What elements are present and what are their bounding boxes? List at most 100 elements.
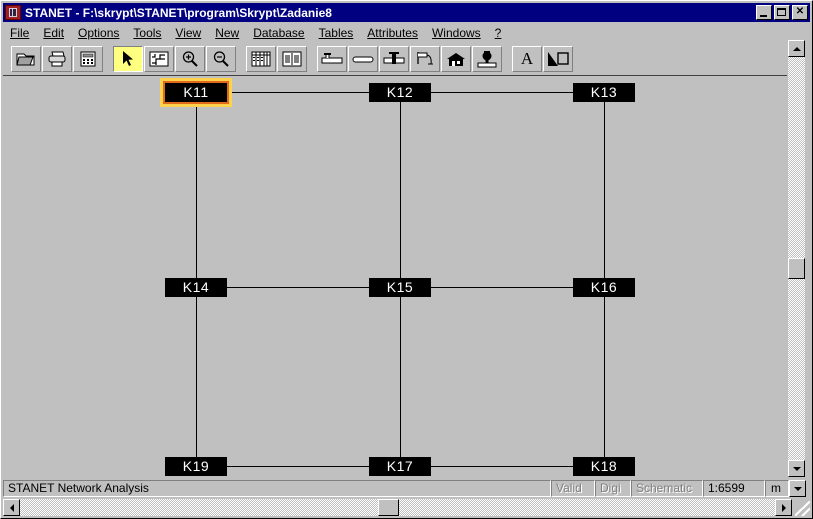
network-drawing-canvas[interactable]: K11 K12 K13 K14 K15 K16 K19 K17 K18 (3, 75, 787, 476)
toolbar: A (3, 42, 810, 75)
open-folder-button[interactable] (11, 45, 41, 72)
menu-tables[interactable]: Tables (312, 25, 361, 41)
status-unit[interactable]: m (765, 480, 789, 497)
window-title: STANET - F:\skrypt\STANET\program\Skrypt… (25, 5, 332, 20)
status-valid: Valid (551, 480, 595, 497)
stanet-app-icon (5, 5, 21, 20)
hydrant-icon (415, 50, 435, 68)
node-k14[interactable]: K14 (165, 278, 227, 297)
valve-icon (383, 51, 405, 67)
pipe-k11-k14[interactable] (196, 102, 197, 278)
select-tool-button[interactable] (113, 45, 143, 72)
pipe-k17-k18[interactable] (431, 466, 573, 467)
toolbar-group-annotate: A (512, 45, 574, 72)
table-grid-button[interactable] (246, 45, 276, 72)
titlebar: STANET - F:\skrypt\STANET\program\Skrypt… (3, 3, 810, 22)
pipe-k14-k19[interactable] (196, 297, 197, 457)
menu-database[interactable]: Database (246, 25, 311, 41)
menu-help-label: ? (494, 26, 502, 40)
report-book-icon (282, 51, 302, 67)
pump-button[interactable] (472, 45, 502, 72)
text-tool-icon: A (520, 49, 534, 68)
unit-dropdown-button[interactable] (789, 480, 806, 497)
pipe-node-icon (321, 51, 343, 67)
menu-help[interactable]: ? (488, 25, 509, 41)
calculator-button[interactable] (73, 45, 103, 72)
node-k13[interactable]: K13 (573, 83, 635, 102)
node-k17[interactable]: K17 (369, 457, 431, 476)
menu-attributes-label: Attributes (367, 26, 418, 40)
pipe-k14-k15[interactable] (227, 287, 369, 288)
menu-edit[interactable]: Edit (36, 25, 71, 41)
vertical-scrollbar[interactable] (788, 40, 805, 477)
toolbar-group-navigate (113, 45, 237, 72)
scroll-right-button[interactable] (775, 499, 792, 516)
menu-new-label: New (215, 26, 240, 40)
table-grid-icon (251, 51, 271, 67)
pipe-k15-k16[interactable] (431, 287, 573, 288)
select-arrow-icon (121, 50, 135, 68)
node-k11[interactable]: K11 (160, 78, 232, 107)
print-button[interactable] (42, 45, 72, 72)
node-k19[interactable]: K19 (165, 457, 227, 476)
zoom-in-button[interactable] (175, 45, 205, 72)
scroll-down-button[interactable] (788, 460, 805, 477)
menu-windows-label: Windows (431, 26, 481, 40)
zoom-in-icon (181, 50, 199, 68)
report-book-button[interactable] (277, 45, 307, 72)
menu-new[interactable]: New (208, 25, 246, 41)
open-folder-icon (16, 51, 36, 67)
scroll-left-button[interactable] (3, 499, 20, 516)
pipe-k15-k17[interactable] (400, 297, 401, 457)
horizontal-scroll-thumb[interactable] (378, 499, 399, 516)
hydrant-button[interactable] (410, 45, 440, 72)
zoom-out-icon (212, 50, 230, 68)
status-bar: STANET Network Analysis Valid Digi Schem… (3, 479, 810, 498)
menu-edit-label: Edit (43, 26, 65, 40)
menu-options[interactable]: Options (71, 25, 126, 41)
zoom-out-button[interactable] (206, 45, 236, 72)
horizontal-scrollbar[interactable] (3, 499, 792, 516)
pipe-k13-k16[interactable] (604, 102, 605, 278)
house-connection-button[interactable] (441, 45, 471, 72)
status-scale: 1:6599 (703, 480, 765, 497)
menu-tools[interactable]: Tools (126, 25, 168, 41)
node-k18[interactable]: K18 (573, 457, 635, 476)
pipe-k11-k12[interactable] (227, 92, 369, 93)
menu-view[interactable]: View (168, 25, 208, 41)
toolbar-group-data (246, 45, 308, 72)
shape-tool-button[interactable] (543, 45, 573, 72)
chevron-down-icon (793, 486, 802, 491)
pipe-node-button[interactable] (317, 45, 347, 72)
window-controls: ✕ (756, 5, 808, 20)
scroll-up-button[interactable] (788, 40, 805, 57)
pipe-k12-k15[interactable] (400, 102, 401, 278)
menu-file-label: File (10, 26, 30, 40)
calculator-icon (80, 51, 96, 67)
menu-view-label: View (175, 26, 202, 40)
menu-file[interactable]: File (3, 25, 36, 41)
node-k16[interactable]: K16 (573, 278, 635, 297)
pipe-segment-button[interactable] (348, 45, 378, 72)
valve-button[interactable] (379, 45, 409, 72)
chevron-down-icon (792, 466, 801, 471)
window-resize-grip[interactable] (795, 501, 810, 516)
printer-icon (47, 51, 67, 67)
pipe-k12-k13[interactable] (431, 92, 573, 93)
node-k15[interactable]: K15 (369, 278, 431, 297)
menu-database-label: Database (253, 26, 305, 40)
chevron-left-icon (9, 503, 14, 512)
maximize-button[interactable] (774, 5, 790, 20)
minimize-button[interactable] (756, 5, 772, 20)
vertical-scroll-thumb[interactable] (788, 258, 805, 279)
node-k12[interactable]: K12 (369, 83, 431, 102)
menu-windows[interactable]: Windows (425, 25, 488, 41)
pump-icon (477, 50, 497, 68)
close-button[interactable]: ✕ (792, 5, 808, 20)
pipe-k19-k17[interactable] (227, 466, 369, 467)
network-map-button[interactable] (144, 45, 174, 72)
pipe-k16-k18[interactable] (604, 297, 605, 457)
chevron-right-icon (781, 503, 786, 512)
text-tool-button[interactable]: A (512, 45, 542, 72)
menu-attributes[interactable]: Attributes (360, 25, 425, 41)
